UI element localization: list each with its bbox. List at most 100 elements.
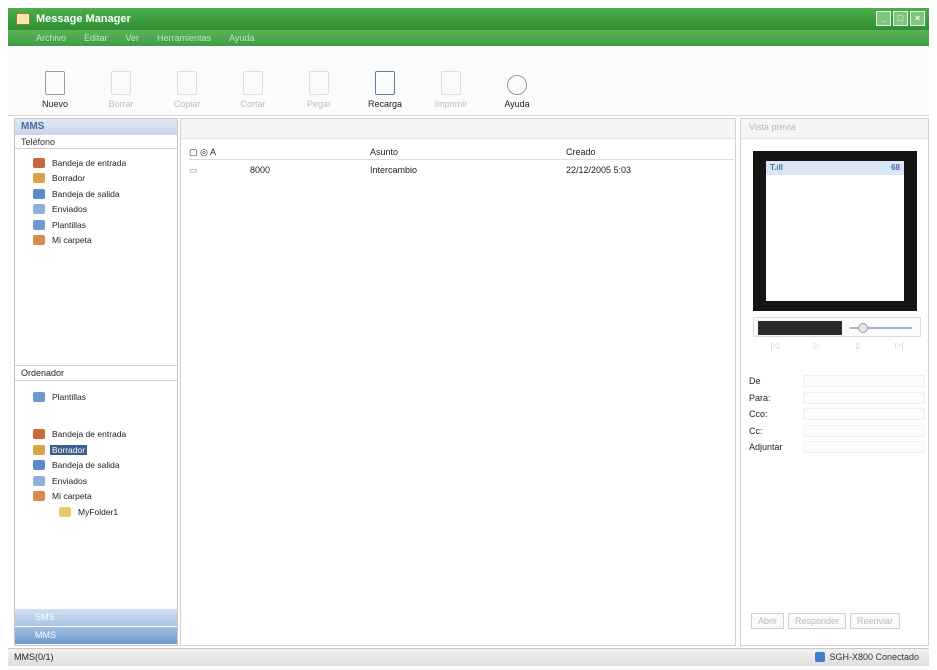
column-to[interactable]: A [210,147,370,159]
preview-panel: Vista previa T.ıll 68 |◁ ▷ ▯ ▷| De Para:… [740,118,929,646]
next-icon[interactable]: ▷| [895,341,903,355]
play-icon[interactable]: ▷ [814,341,820,355]
phone-drafts[interactable]: Borrador [33,171,177,187]
bcc-value [803,408,925,421]
field-to: Para: [749,390,925,407]
window-title: Message Manager [36,13,131,25]
battery-icon: 68 [891,163,900,172]
pc-my-folder[interactable]: Mi carpeta [33,489,128,505]
copy-button[interactable]: Copiar [154,71,220,109]
cut-button[interactable]: Cortar [220,71,286,109]
drafts-icon [33,173,45,184]
reload-icon [375,71,395,95]
cell-subject: Intercambio [370,165,418,175]
tab-mms[interactable]: MMS [15,627,177,644]
folder-panel: MMS Teléfono Bandeja de entrada Borrador… [14,118,178,646]
new-document-icon [45,71,65,95]
menu-ayuda[interactable]: Ayuda [229,33,254,43]
panel-header: MMS [15,119,177,135]
templates-icon [33,219,45,230]
pc-drafts[interactable]: Borrador [33,442,128,458]
phone-outbox[interactable]: Bandeja de salida [33,186,177,202]
drafts-icon [33,444,45,455]
cell-created: 22/12/2005 5:03 [566,165,632,175]
toolbar: Nuevo Borrar Copiar Cortar Pegar Recarga… [8,46,929,116]
minimize-button[interactable]: _ [876,11,891,26]
menu-archivo[interactable]: Archivo [36,33,66,43]
pc-section-label: Ordenador [15,366,177,381]
maximize-button[interactable]: □ [893,11,908,26]
templates-icon [33,391,45,402]
menu-herramientas[interactable]: Herramientas [157,33,211,43]
phone-inbox[interactable]: Bandeja de entrada [33,155,177,171]
field-from: De [749,373,925,390]
scissors-icon [243,71,263,95]
player-display [758,321,842,335]
field-bcc: Cco: [749,406,925,423]
pc-sent[interactable]: Enviados [33,473,128,489]
to-value [803,391,925,404]
field-attachment: Adjuntar [749,439,925,456]
phone-connection-icon [815,652,826,662]
cell-to: 8000 [250,165,271,175]
media-player [753,317,921,337]
connection-status: SGH-X800 Conectado [815,652,919,662]
copy-icon [177,71,197,95]
stop-icon[interactable]: ▯ [855,341,859,355]
signal-icon: T.ıll [770,163,783,172]
message-fields: De Para: Cco: Cc: Adjuntar [749,373,925,456]
pc-templates[interactable]: Plantillas [33,389,128,405]
phone-my-folder[interactable]: Mi carpeta [33,233,177,249]
type-column-icon[interactable]: ▢ [189,147,200,159]
menu-ver[interactable]: Ver [126,33,140,43]
attachment-value [803,441,925,454]
title-bar: Message Manager _ □ × [8,8,929,30]
preview-header: Vista previa [741,119,928,139]
column-subject[interactable]: Asunto [370,147,566,159]
paste-button[interactable]: Pegar [286,71,352,109]
pc-folder-tree: Plantillas Bandeja de entrada Borrador B… [33,389,128,520]
phone-folder-tree: Bandeja de entrada Borrador Bandeja de s… [15,149,177,248]
sent-icon [33,475,45,486]
folder-icon [59,506,71,517]
pc-outbox[interactable]: Bandeja de salida [33,458,128,474]
phone-templates[interactable]: Plantillas [33,217,177,233]
phone-preview: T.ıll 68 [753,151,917,311]
menu-bar: Archivo Editar Ver Herramientas Ayuda [8,30,929,46]
reply-button[interactable]: Responder [788,613,847,629]
table-row[interactable]: ▭ 8000 Intercambio 22/12/2005 5:03 [189,165,734,178]
pc-subfolder[interactable]: MyFolder1 [33,504,128,520]
phone-screen: T.ıll 68 [766,161,904,301]
message-count: MMS(0/1) [14,652,54,662]
outbox-icon [33,188,45,199]
menu-editar[interactable]: Editar [84,33,108,43]
list-top-bar [181,119,735,139]
delete-button[interactable]: Borrar [88,71,154,109]
phone-sent[interactable]: Enviados [33,202,177,218]
message-icon: ▭ [189,165,198,175]
phone-section-label: Teléfono [15,135,177,149]
window-controls: _ □ × [876,11,925,26]
field-cc: Cc: [749,423,925,440]
previous-icon[interactable]: |◁ [771,341,779,355]
folder-icon [33,235,45,246]
printer-icon [441,71,461,95]
column-created[interactable]: Creado [566,147,734,159]
message-list-panel: ▢ ◎ A Asunto Creado ▭ 8000 Intercambio 2… [180,118,736,646]
help-button[interactable]: Ayuda [484,75,550,109]
open-button[interactable]: Abrir [751,613,785,629]
from-value [803,375,925,388]
close-button[interactable]: × [910,11,925,26]
volume-knob[interactable] [858,323,868,333]
tab-sms[interactable]: SMS [15,609,177,626]
pc-inbox[interactable]: Bandeja de entrada [33,427,128,443]
reload-button[interactable]: Recarga [352,71,418,109]
new-button[interactable]: Nuevo [22,71,88,109]
folder-icon [33,491,45,502]
print-button[interactable]: Imprimir [418,71,484,109]
attachment-column-icon[interactable]: ◎ [200,147,210,159]
inbox-icon [33,429,45,440]
preview-actions: Abrir Responder Reenviar [751,613,901,629]
forward-button[interactable]: Reenviar [850,613,901,629]
paste-icon [309,71,329,95]
